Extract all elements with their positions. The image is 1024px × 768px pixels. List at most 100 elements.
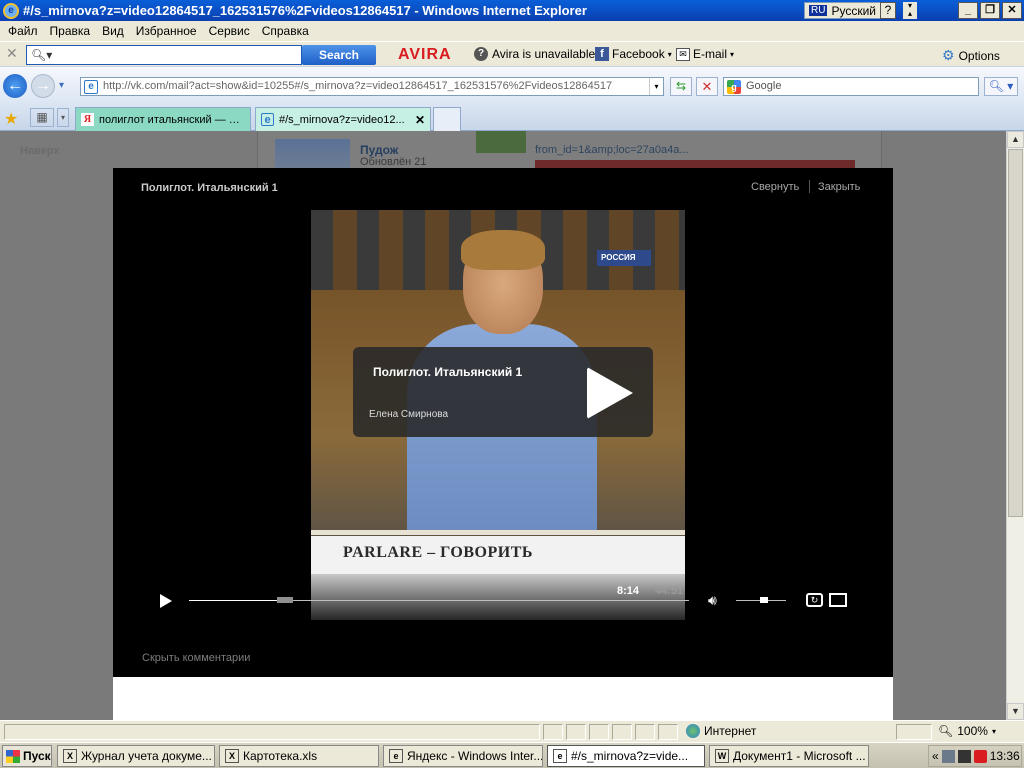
internet-explorer-icon: e [3, 2, 19, 19]
refresh-button[interactable]: ⇆ [670, 77, 692, 96]
taskbar-item-label: Яндекс - Windows Inter... [407, 749, 543, 763]
video-caption-bar: PARLARE – ГОВОРИТЬ [311, 536, 685, 574]
forward-button[interactable]: → [31, 74, 55, 98]
google-search-placeholder: Google [746, 80, 782, 92]
taskbar-item-word[interactable]: W Документ1 - Microsoft ... [709, 745, 869, 767]
back-button[interactable]: ← [3, 74, 27, 98]
facebook-label: Facebook [612, 47, 665, 61]
chevron-down-icon: ▾ [730, 49, 735, 59]
email-button[interactable]: ✉ E-mail ▾ [676, 47, 734, 61]
feed-thumbnail [275, 139, 350, 169]
search-go-button[interactable]: 🔍︎ ▾ [984, 77, 1018, 96]
zoom-control[interactable]: 🔍︎ 100% ▾ [938, 724, 996, 738]
quick-tabs-icon[interactable]: ▦ [30, 108, 54, 127]
toolbar-close-icon[interactable]: ✕ [6, 45, 18, 62]
protected-mode-cell[interactable] [896, 724, 932, 740]
duration: 44:51 [655, 585, 684, 597]
taskbar: Пуск X Журнал учета докуме... X Картотек… [0, 742, 1024, 768]
email-icon: ✉ [676, 47, 690, 61]
tab-yandex-search[interactable]: Я полиглот итальянский — Я... [75, 107, 251, 131]
volume-handle[interactable] [760, 597, 768, 603]
avira-status[interactable]: ? Avira is unavailable [474, 47, 595, 61]
video-modal: Полиглот. Итальянский 1 Свернуть Закрыть… [113, 168, 893, 720]
big-play-icon[interactable] [587, 367, 633, 419]
url-dropdown-icon[interactable]: ▾ [649, 78, 663, 95]
tab-list-chevron-icon[interactable]: ▾ [57, 108, 69, 127]
tab-vk-video[interactable]: e #/s_mirnova?z=video12... ✕ [255, 107, 431, 131]
taskbar-item-yandex[interactable]: e Яндекс - Windows Inter... [383, 745, 543, 767]
taskbar-item-journal[interactable]: X Журнал учета докуме... [57, 745, 215, 767]
google-icon: g [727, 80, 741, 94]
tray-expand-icon[interactable]: « [932, 749, 939, 763]
minimize-button[interactable]: _ [958, 2, 978, 19]
feed-item-name[interactable]: Пудож [360, 143, 398, 157]
system-tray: « 13:36 [928, 745, 1022, 767]
fullscreen-icon[interactable] [829, 593, 847, 607]
feed-link[interactable]: from_id=1&amp;loc=27a0a4a... [535, 143, 689, 157]
favorites-star-icon[interactable]: ★ [4, 109, 18, 129]
minimize-video-button[interactable]: Свернуть [751, 181, 799, 193]
language-code: RU [809, 5, 828, 16]
close-button[interactable]: ✕ [1002, 2, 1022, 19]
avira-logo[interactable]: AVIRA [398, 46, 452, 64]
scrollbar-thumb[interactable] [1008, 149, 1023, 517]
tabs-bar: ★ ▦ ▾ Я полиглот итальянский — Я... e #/… [0, 104, 1024, 131]
tab-label: полиглот итальянский — Я... [99, 113, 245, 126]
language-bar-options-icon[interactable]: ▾ ▴ [903, 2, 917, 19]
tab-close-icon[interactable]: ✕ [412, 113, 425, 127]
new-tab-button[interactable] [433, 107, 461, 131]
avira-search-button[interactable]: Search [302, 45, 376, 65]
taskbar-item-vk[interactable]: e #/s_mirnova?z=vide... [547, 745, 705, 767]
recent-pages-chevron-icon[interactable]: ▾ [59, 80, 64, 91]
hide-comments-link[interactable]: Скрыть комментарии [142, 652, 250, 664]
search-icon: 🔍︎▾ [31, 48, 53, 62]
start-label: Пуск [23, 749, 51, 763]
taskbar-item-kartoteka[interactable]: X Картотека.xls [219, 745, 379, 767]
options-button[interactable]: ⚙ Options [942, 47, 1000, 64]
url-text: http://vk.com/mail?act=show&id=10255#/s_… [103, 80, 613, 92]
stop-button[interactable]: ✕ [696, 77, 718, 96]
desk [311, 530, 685, 535]
overlay-author[interactable]: Елена Смирнова [369, 409, 448, 420]
avira-tray-icon[interactable] [973, 749, 987, 763]
chevron-down-icon: ▾ [667, 49, 672, 59]
scroll-to-top-link[interactable]: Наверх [20, 145, 60, 157]
taskbar-item-label: Журнал учета докуме... [81, 749, 212, 763]
restore-button[interactable]: ❐ [980, 2, 1000, 19]
printer-icon[interactable] [957, 749, 971, 763]
close-video-button[interactable]: Закрыть [818, 181, 860, 193]
status-cell [612, 724, 632, 740]
excel-icon: X [225, 749, 239, 763]
menu-file[interactable]: Файл [2, 24, 44, 38]
language-bar[interactable]: RU Русский [804, 2, 881, 19]
video-caption: PARLARE – ГОВОРИТЬ [343, 544, 533, 561]
scroll-down-icon[interactable]: ▼ [1007, 703, 1024, 720]
menu-help[interactable]: Справка [256, 24, 315, 38]
volume-icon[interactable]: 🔊︎ [708, 592, 717, 609]
current-time: 8:14 [617, 585, 640, 597]
menu-favorites[interactable]: Избранное [130, 24, 203, 38]
vertical-scrollbar[interactable]: ▲ ▼ [1006, 131, 1024, 720]
word-icon: W [715, 749, 729, 763]
scroll-up-icon[interactable]: ▲ [1007, 131, 1024, 148]
quality-icon[interactable]: ↻ [806, 593, 823, 607]
menu-view[interactable]: Вид [96, 24, 130, 38]
url-field[interactable]: e http://vk.com/mail?act=show&id=10255#/… [80, 77, 664, 96]
video-info-overlay[interactable]: Полиглот. Итальянский 1 Елена Смирнова [353, 347, 653, 437]
language-name: Русский [831, 3, 876, 18]
start-button[interactable]: Пуск [2, 745, 52, 767]
network-icon[interactable] [941, 749, 955, 763]
google-search-input[interactable]: g Google [723, 77, 979, 96]
page-icon: e [84, 80, 98, 94]
language-help-button[interactable]: ? [880, 2, 896, 19]
feed-item-updated: Обновлён 21 [360, 156, 427, 168]
facebook-button[interactable]: f Facebook ▾ [595, 47, 672, 61]
play-icon[interactable] [160, 594, 172, 608]
security-zone[interactable]: Интернет [686, 724, 756, 738]
status-cell [658, 724, 678, 740]
menu-tools[interactable]: Сервис [203, 24, 256, 38]
menu-edit[interactable]: Правка [44, 24, 97, 38]
avira-search-input[interactable]: 🔍︎▾ [26, 45, 302, 65]
seek-buffer-marker[interactable] [277, 597, 293, 603]
clock: 13:36 [989, 749, 1020, 763]
